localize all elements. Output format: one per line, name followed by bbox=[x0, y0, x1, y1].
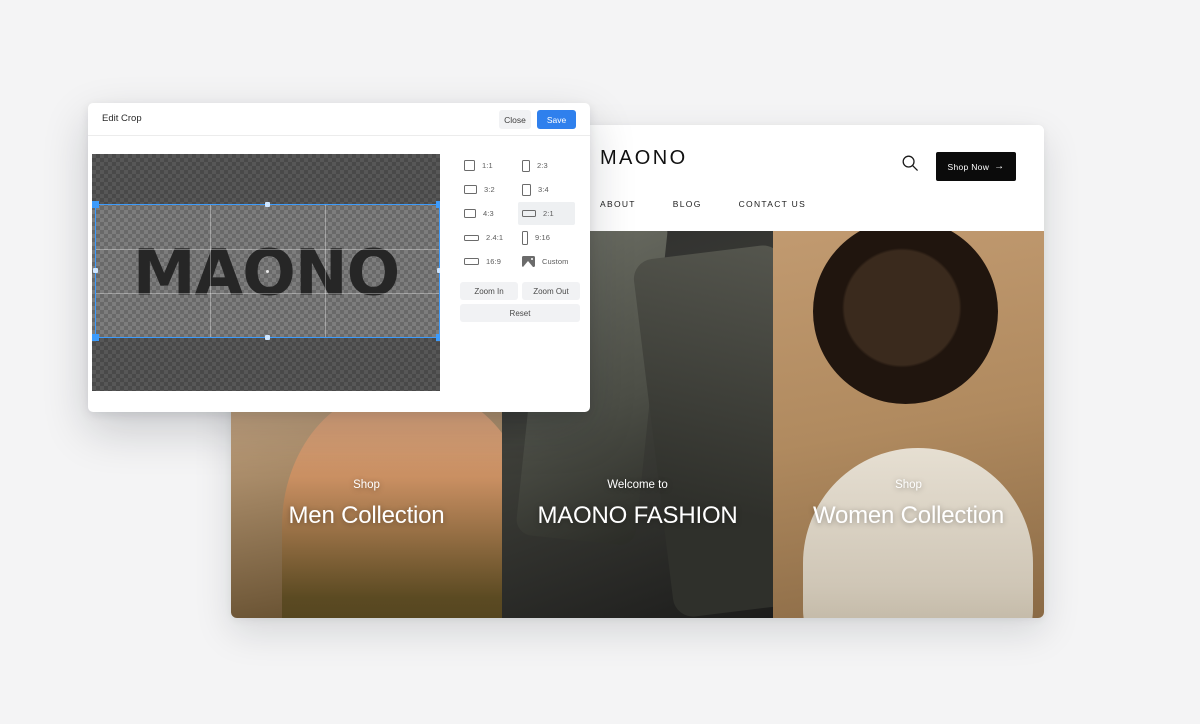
aspect-ratio-label: 1:1 bbox=[482, 161, 493, 170]
aspect-ratio-option-9-16[interactable]: 9:16 bbox=[518, 226, 575, 249]
aspect-ratio-option-2-1[interactable]: 2:1 bbox=[518, 202, 575, 225]
search-icon[interactable] bbox=[901, 154, 919, 172]
reset-button[interactable]: Reset bbox=[460, 304, 580, 322]
aspect-ratio-option-custom[interactable]: Custom bbox=[518, 250, 575, 273]
aspect-24x1-icon bbox=[464, 234, 479, 241]
shop-now-button[interactable]: Shop Now → bbox=[936, 152, 1016, 181]
hero-title: Men Collection bbox=[288, 502, 445, 529]
aspect-1x1-icon bbox=[464, 160, 475, 171]
aspect-ratio-option-16-9[interactable]: 16:9 bbox=[460, 250, 517, 273]
crop-handle-top-middle[interactable] bbox=[264, 202, 270, 207]
crop-shade-bottom bbox=[92, 338, 440, 391]
nav-item-about[interactable]: ABOUT bbox=[600, 199, 636, 209]
modal-header: Edit Crop Close Save bbox=[88, 103, 590, 136]
aspect-ratio-option-1-1[interactable]: 1:1 bbox=[460, 154, 517, 177]
crop-gridline-vertical-2 bbox=[324, 205, 326, 337]
crop-selection[interactable] bbox=[92, 201, 440, 341]
crop-gridline-vertical-1 bbox=[210, 205, 212, 337]
aspect-ratio-label: 2.4:1 bbox=[486, 233, 504, 242]
crop-handle-bottom-middle[interactable] bbox=[264, 335, 270, 340]
aspect-2x1-icon bbox=[522, 210, 536, 217]
save-button[interactable]: Save bbox=[537, 110, 576, 129]
aspect-ratio-option-3-4[interactable]: 3:4 bbox=[518, 178, 575, 201]
hero-kicker: Welcome to bbox=[607, 479, 668, 491]
edit-crop-modal: Edit Crop Close Save MAONO 1:1 2:3 3:2 3… bbox=[88, 103, 590, 412]
crop-center-dot bbox=[266, 269, 269, 273]
site-nav: ABOUT BLOG CONTACT US bbox=[600, 199, 806, 209]
aspect-ratio-label: 3:2 bbox=[484, 185, 495, 194]
aspect-ratio-grid: 1:1 2:3 3:2 3:4 4:3 2:1 2.4:1 9:16 16:9 … bbox=[460, 154, 580, 273]
modal-title: Edit Crop bbox=[102, 113, 142, 124]
aspect-4x3-icon bbox=[464, 209, 476, 218]
site-logo: MAONO bbox=[600, 147, 688, 169]
crop-gridline-horizontal-2 bbox=[96, 292, 439, 294]
aspect-ratio-label: Custom bbox=[542, 257, 569, 266]
hero-title: MAONO FASHION bbox=[537, 502, 738, 529]
aspect-ratio-label: 9:16 bbox=[535, 233, 550, 242]
crop-handle-bottom-right[interactable] bbox=[436, 334, 440, 341]
aspect-3x4-icon bbox=[522, 183, 531, 196]
close-button[interactable]: Close bbox=[499, 110, 531, 129]
zoom-out-button[interactable]: Zoom Out bbox=[522, 282, 580, 300]
aspect-ratio-option-3-2[interactable]: 3:2 bbox=[460, 178, 517, 201]
hero-panel-women-text: Shop Women Collection bbox=[773, 479, 1044, 618]
crop-handle-bottom-left[interactable] bbox=[92, 334, 99, 341]
shop-now-label: Shop Now bbox=[947, 161, 990, 172]
hero-panel-women[interactable]: Shop Women Collection bbox=[773, 231, 1044, 618]
aspect-ratio-label: 16:9 bbox=[486, 257, 501, 266]
aspect-9x16-icon bbox=[522, 230, 528, 245]
crop-handle-top-right[interactable] bbox=[436, 201, 440, 208]
aspect-ratio-label: 2:1 bbox=[543, 209, 554, 218]
hero-panel-men-text: Shop Men Collection bbox=[231, 479, 502, 618]
zoom-in-button[interactable]: Zoom In bbox=[460, 282, 518, 300]
crop-gridline-horizontal-1 bbox=[96, 248, 439, 250]
crop-handle-left-middle[interactable] bbox=[93, 268, 98, 273]
crop-tools-panel: 1:1 2:3 3:2 3:4 4:3 2:1 2.4:1 9:16 16:9 … bbox=[460, 154, 580, 322]
crop-handle-right-middle[interactable] bbox=[437, 268, 440, 273]
crop-shade-top bbox=[92, 154, 440, 204]
aspect-ratio-option-4-3[interactable]: 4:3 bbox=[460, 202, 517, 225]
aspect-ratio-label: 3:4 bbox=[538, 185, 549, 194]
modal-body: MAONO 1:1 2:3 3:2 3:4 4:3 2:1 2.4:1 9:16… bbox=[88, 136, 590, 412]
hero-kicker: Shop bbox=[353, 479, 380, 491]
aspect-ratio-option-2.4-1[interactable]: 2.4:1 bbox=[460, 226, 517, 249]
aspect-2x3-icon bbox=[522, 159, 530, 172]
hero-kicker: Shop bbox=[895, 479, 922, 491]
custom-image-icon bbox=[522, 256, 535, 267]
aspect-ratio-label: 4:3 bbox=[483, 209, 494, 218]
hero-title: Women Collection bbox=[812, 502, 1005, 529]
arrow-right-icon: → bbox=[994, 160, 1005, 172]
hero-panel-fashion-text: Welcome to MAONO FASHION bbox=[502, 479, 773, 618]
screen: MAONO Shop Now → ABOUT BLOG CONTACT US S… bbox=[0, 0, 1200, 724]
nav-item-blog[interactable]: BLOG bbox=[673, 199, 702, 209]
crop-handle-top-left[interactable] bbox=[92, 201, 99, 208]
aspect-16x9-icon bbox=[464, 258, 479, 265]
crop-canvas[interactable]: MAONO bbox=[92, 154, 440, 391]
zoom-button-row: Zoom In Zoom Out bbox=[460, 282, 580, 300]
aspect-3x2-icon bbox=[464, 185, 477, 194]
nav-item-contact-us[interactable]: CONTACT US bbox=[739, 199, 806, 209]
aspect-ratio-label: 2:3 bbox=[537, 161, 548, 170]
aspect-ratio-option-2-3[interactable]: 2:3 bbox=[518, 154, 575, 177]
